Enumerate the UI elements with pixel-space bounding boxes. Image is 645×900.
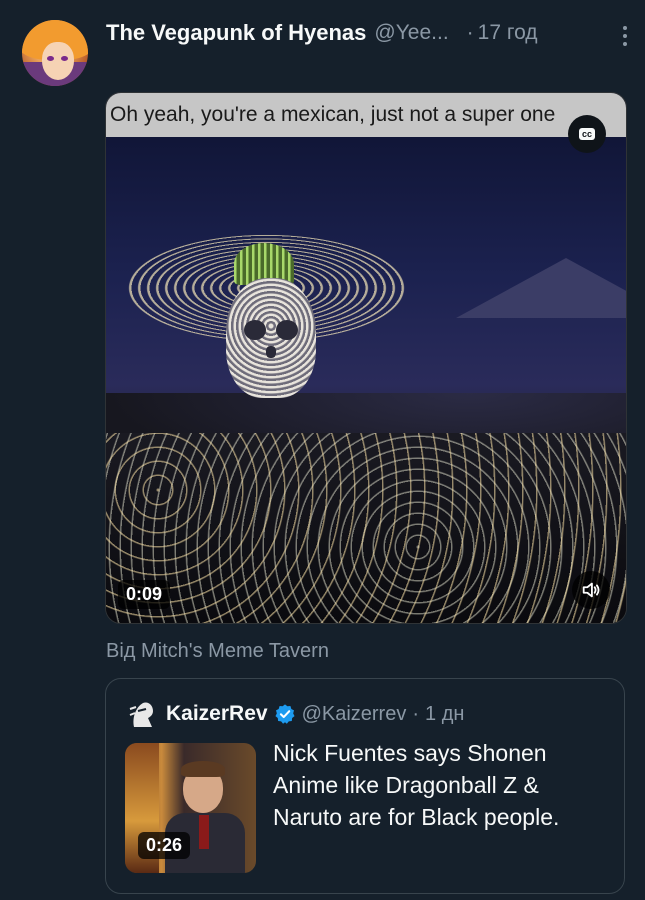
- quote-time[interactable]: 1 дн: [425, 703, 464, 726]
- separator-dot: ·: [466, 21, 474, 44]
- author-avatar[interactable]: [22, 20, 88, 86]
- tweet-time[interactable]: 17 год: [478, 21, 538, 45]
- skull-nose: [266, 346, 276, 358]
- quote-header: KaizerRev @Kaizerrev · 1 дн: [166, 699, 464, 729]
- quote-author-handle[interactable]: @Kaizerrev: [302, 703, 407, 726]
- video-caption: Oh yeah, you're a mexican, just not a su…: [106, 93, 626, 137]
- quoted-tweet[interactable]: KaizerRev @Kaizerrev · 1 дн 0:26 Nick Fu…: [105, 678, 625, 894]
- more-vertical-icon[interactable]: [615, 24, 635, 48]
- thumb-tie: [199, 815, 209, 849]
- volume-button[interactable]: [572, 571, 610, 609]
- video-attribution[interactable]: Від Mitch's Meme Tavern: [106, 640, 329, 663]
- video-drone-skull: [226, 278, 316, 398]
- skull-eye-socket: [244, 320, 266, 340]
- separator-dot: ·: [412, 702, 420, 725]
- quote-avatar[interactable]: [126, 697, 160, 731]
- video-duration: 0:09: [118, 580, 171, 609]
- verified-badge-icon: [275, 704, 295, 724]
- cc-icon: cc: [578, 128, 595, 140]
- volume-icon: [582, 582, 600, 598]
- video-city-lights: [106, 433, 626, 623]
- skull-eye-socket: [276, 320, 298, 340]
- avatar-eye: [61, 56, 68, 61]
- avatar-eye: [47, 56, 54, 61]
- video-mountain: [456, 258, 626, 318]
- quote-video-thumbnail[interactable]: 0:26: [125, 743, 256, 873]
- tweet: The Vegapunk of Hyenas @Yee... · 17 год …: [0, 0, 645, 900]
- quote-text: Nick Fuentes says Shonen Anime like Drag…: [273, 740, 560, 830]
- closed-captions-button[interactable]: cc: [568, 115, 606, 153]
- tweet-header: The Vegapunk of Hyenas @Yee... · 17 год: [106, 18, 627, 48]
- avatar-face: [42, 42, 74, 80]
- video-player[interactable]: Oh yeah, you're a mexican, just not a su…: [105, 92, 627, 624]
- quote-video-duration: 0:26: [138, 832, 191, 859]
- quote-author-name[interactable]: KaizerRev: [166, 702, 268, 726]
- author-name[interactable]: The Vegapunk of Hyenas: [106, 20, 366, 46]
- thumb-hair: [181, 761, 225, 777]
- author-handle[interactable]: @Yee...: [374, 21, 448, 45]
